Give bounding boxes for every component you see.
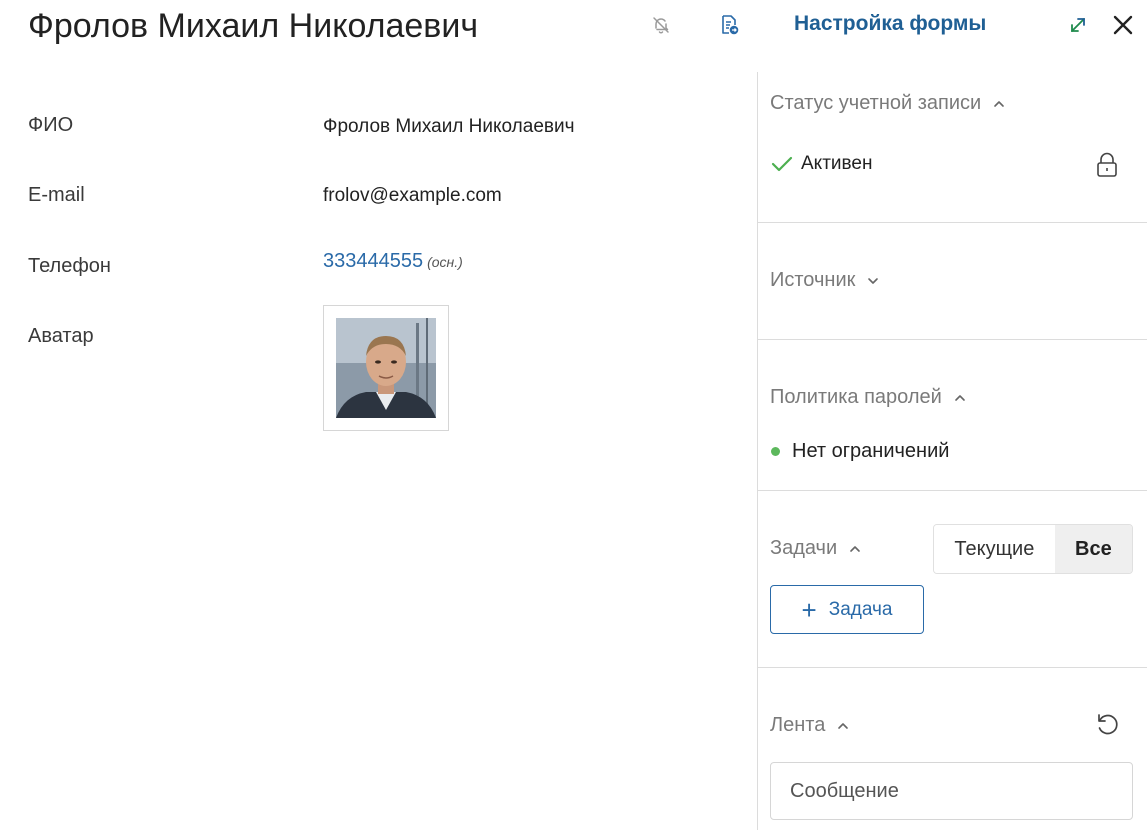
form-settings-link[interactable]: Настройка формы (794, 12, 986, 36)
expand-icon[interactable] (1067, 14, 1089, 36)
close-icon[interactable] (1112, 14, 1134, 36)
tab-all[interactable]: Все (1054, 525, 1132, 573)
feed-title: Лента (770, 714, 826, 736)
divider (757, 222, 1147, 223)
chevron-up-icon (993, 100, 1005, 108)
field-value-email: frolov@example.com (323, 185, 502, 206)
source-header[interactable]: Источник (770, 269, 879, 292)
field-label-phone: Телефон (28, 255, 111, 277)
document-export-icon[interactable] (719, 14, 741, 36)
chevron-down-icon (867, 277, 879, 285)
account-status-text: Активен (801, 153, 873, 174)
message-input[interactable] (770, 762, 1133, 820)
tab-current[interactable]: Текущие (934, 525, 1055, 573)
chevron-up-icon (837, 722, 849, 730)
refresh-icon[interactable] (1095, 712, 1121, 743)
feed-header[interactable]: Лента (770, 714, 849, 737)
page-title: Фролов Михаил Николаевич (28, 7, 479, 45)
field-label-fio: ФИО (28, 114, 74, 136)
field-label-avatar: Аватар (28, 325, 94, 347)
phone-link[interactable]: 333444555 (323, 250, 423, 272)
account-status-title: Статус учетной записи (770, 92, 982, 114)
password-policy-text: Нет ограничений (792, 440, 950, 462)
lock-icon[interactable] (1095, 152, 1119, 183)
bell-off-icon[interactable] (650, 14, 672, 36)
plus-icon: + (801, 594, 817, 625)
password-policy-title: Политика паролей (770, 386, 942, 408)
chevron-up-icon (954, 394, 966, 402)
chevron-up-icon (849, 545, 861, 553)
divider (757, 490, 1147, 491)
field-label-email: E-mail (28, 184, 85, 206)
field-value-fio: Фролов Михаил Николаевич (323, 116, 575, 137)
password-policy-value: Нет ограничений (771, 440, 949, 463)
status-dot (771, 447, 780, 456)
check-icon (771, 156, 793, 172)
divider (757, 339, 1147, 340)
add-task-label: Задача (828, 598, 893, 620)
divider (757, 667, 1147, 668)
avatar[interactable] (323, 305, 449, 431)
tasks-header[interactable]: Задачи (770, 537, 861, 560)
password-policy-header[interactable]: Политика паролей (770, 386, 966, 409)
field-value-phone: 333444555 (осн.) (323, 250, 463, 273)
phone-note: (осн.) (427, 254, 463, 270)
add-task-button[interactable]: + Задача (770, 585, 924, 634)
tasks-title: Задачи (770, 537, 838, 559)
source-title: Источник (770, 269, 856, 291)
account-status-value: Активен (771, 153, 872, 175)
account-status-header[interactable]: Статус учетной записи (770, 92, 1005, 115)
tasks-filter-tabs: Текущие Все (933, 524, 1133, 574)
